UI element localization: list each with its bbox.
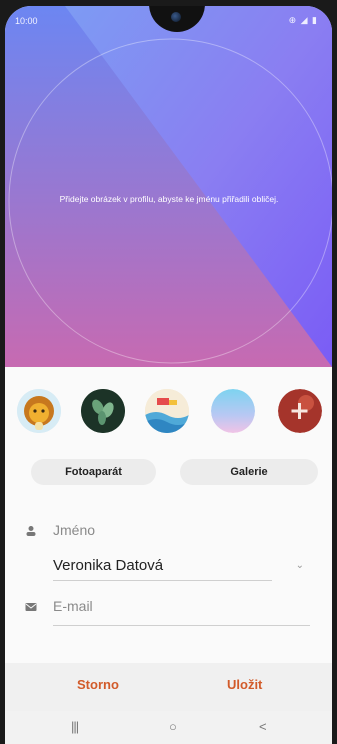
profile-gradient-background bbox=[5, 6, 332, 367]
email-input[interactable]: E-mail bbox=[53, 598, 93, 614]
chevron-down-icon[interactable]: ⌄ bbox=[296, 560, 304, 571]
gallery-button[interactable]: Galerie bbox=[180, 459, 318, 485]
avatar-picker bbox=[17, 389, 322, 435]
person-icon bbox=[26, 526, 36, 536]
email-field[interactable]: E-mail bbox=[5, 595, 332, 635]
camera-notch bbox=[149, 6, 205, 32]
phone-screen: Přidejte obrázek v profilu, abyste ke jm… bbox=[5, 6, 332, 744]
status-icons: ⊕ ◢ ▮ bbox=[288, 15, 318, 25]
email-underline bbox=[53, 625, 310, 626]
name-field: Jméno Veronika Datová ⌄ bbox=[5, 517, 332, 587]
camera-button[interactable]: Fotoaparát bbox=[31, 459, 156, 485]
cancel-button[interactable]: Storno bbox=[77, 677, 119, 692]
action-bar: Storno Uložit bbox=[5, 663, 332, 711]
add-photo-hint: Přidejte obrázek v profilu, abyste ke jm… bbox=[59, 194, 279, 204]
home-icon[interactable]: ○ bbox=[169, 719, 177, 734]
add-photo-icon[interactable] bbox=[278, 389, 322, 433]
system-nav-bar: ||| ○ < bbox=[5, 711, 332, 744]
name-underline bbox=[53, 580, 272, 581]
front-camera-icon bbox=[171, 12, 181, 22]
name-label: Jméno bbox=[53, 522, 96, 538]
lion-icon[interactable] bbox=[17, 389, 61, 433]
profile-photo-area[interactable]: Přidejte obrázek v profilu, abyste ke jm… bbox=[5, 6, 332, 367]
back-icon[interactable]: < bbox=[259, 719, 267, 734]
status-bar: 10:00 ⊕ ◢ ▮ bbox=[5, 6, 332, 32]
email-icon bbox=[25, 603, 37, 611]
sky-gradient-icon[interactable] bbox=[211, 389, 255, 433]
save-button[interactable]: Uložit bbox=[227, 677, 262, 692]
status-time: 10:00 bbox=[15, 16, 38, 26]
beach-icon[interactable] bbox=[145, 389, 189, 433]
name-input[interactable]: Veronika Datová bbox=[53, 557, 163, 574]
edit-sheet: Fotoaparát Galerie Jméno Veronika Datová… bbox=[5, 367, 332, 744]
recent-apps-icon[interactable]: ||| bbox=[71, 719, 79, 734]
leaves-icon[interactable] bbox=[81, 389, 125, 433]
